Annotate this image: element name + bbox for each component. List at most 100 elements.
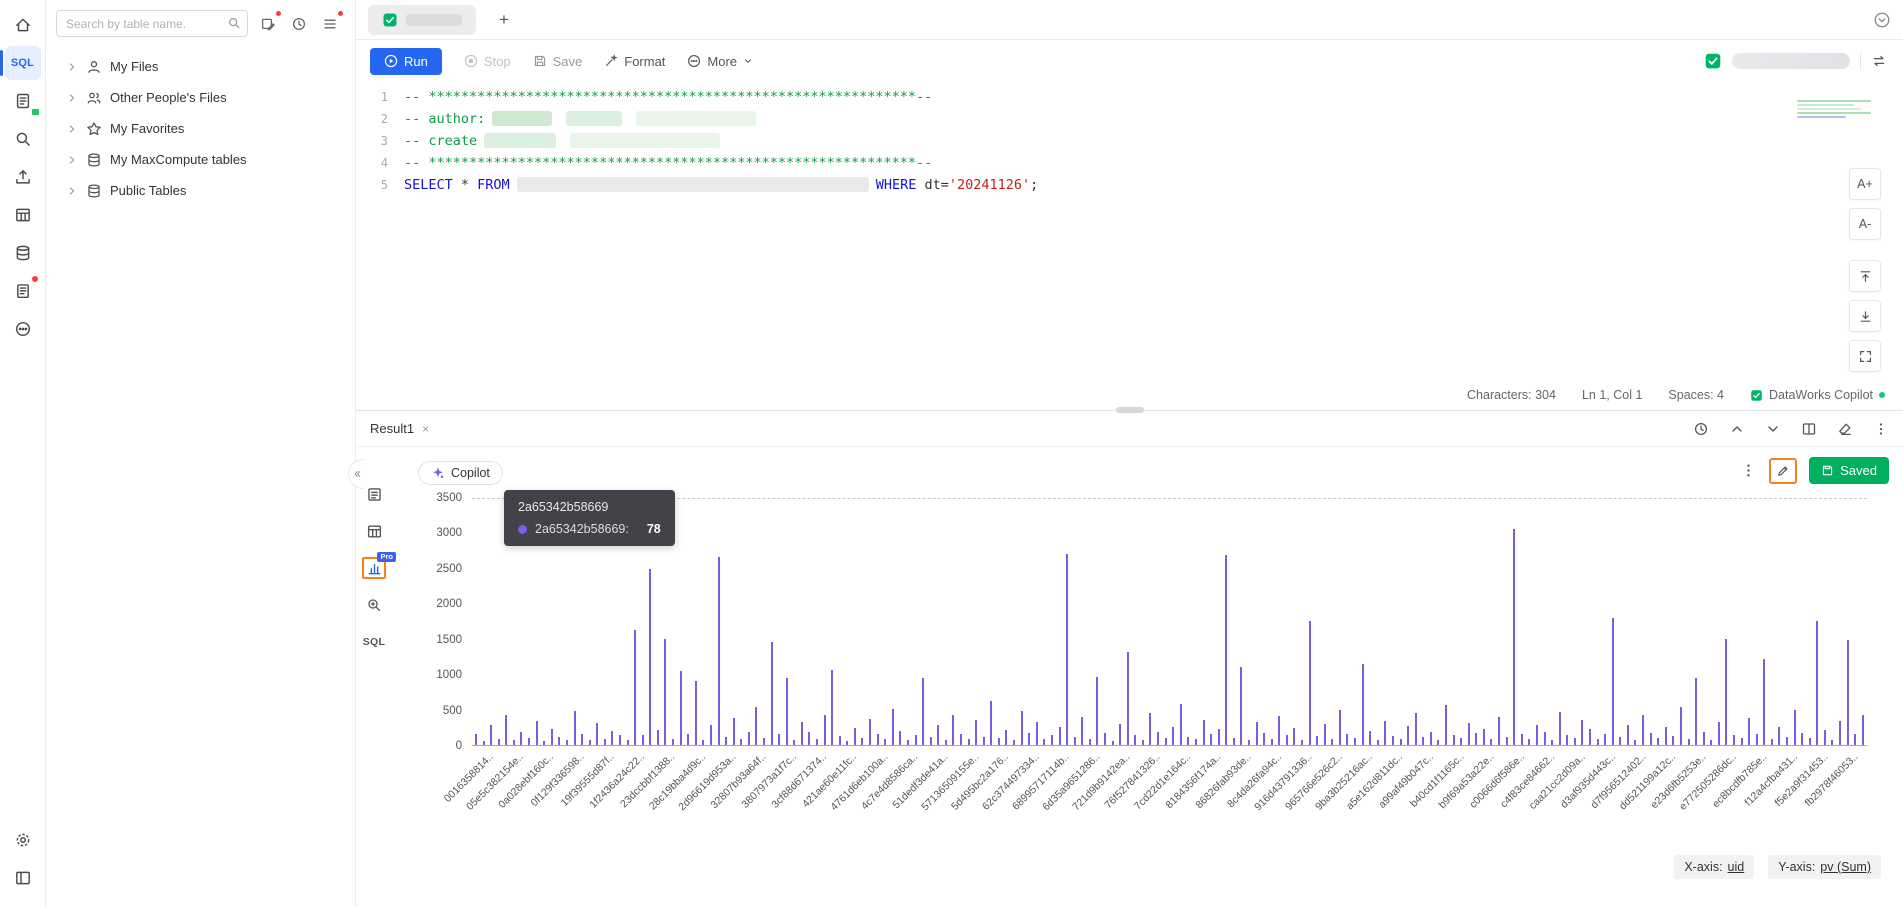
chart-bar[interactable]	[869, 719, 871, 745]
chart-bar[interactable]	[589, 740, 591, 745]
chart-bar[interactable]	[922, 678, 924, 745]
tab-overflow-button[interactable]	[1873, 11, 1891, 29]
chart-bar[interactable]	[907, 740, 909, 745]
chart-bar[interactable]	[968, 739, 970, 745]
chart-bar[interactable]	[551, 729, 553, 745]
settings-icon[interactable]	[5, 823, 41, 857]
chart-bar[interactable]	[1650, 733, 1652, 745]
chart-bar[interactable]	[1453, 735, 1455, 745]
status-cursor-position[interactable]: Ln 1, Col 1	[1582, 388, 1642, 402]
chart-bar[interactable]	[877, 734, 879, 745]
chart-bar[interactable]	[1506, 737, 1508, 746]
chart-bar[interactable]	[763, 738, 765, 745]
chart-bar[interactable]	[1809, 738, 1811, 745]
tasks-icon[interactable]	[5, 274, 41, 308]
chart-bar[interactable]	[1854, 734, 1856, 745]
chart-bar[interactable]	[1521, 734, 1523, 745]
more-button[interactable]: More	[687, 54, 753, 69]
home-icon[interactable]	[5, 8, 41, 42]
chart-bar[interactable]	[611, 731, 613, 745]
result-sql-view[interactable]: SQL	[362, 631, 386, 653]
sidebar-item-my-files[interactable]: My Files	[56, 51, 345, 82]
chart-bar[interactable]	[884, 739, 886, 745]
chart-bar[interactable]	[1165, 738, 1167, 745]
chart-bar[interactable]	[778, 734, 780, 745]
chart-bar[interactable]	[1422, 737, 1424, 745]
chart-bar[interactable]	[1096, 677, 1098, 745]
database-icon[interactable]	[5, 236, 41, 270]
chart-bar[interactable]	[1483, 729, 1485, 745]
chart-bar[interactable]	[1460, 738, 1462, 745]
chart-bar[interactable]	[983, 737, 985, 746]
chart-bar[interactable]	[1028, 733, 1030, 745]
chart-bar[interactable]	[1513, 529, 1515, 745]
chart-bar[interactable]	[543, 741, 545, 745]
chart-bar[interactable]	[710, 725, 712, 745]
chart-bar[interactable]	[1248, 740, 1250, 745]
chart-bar[interactable]	[1824, 730, 1826, 745]
chart-bar[interactable]	[1172, 727, 1174, 745]
chart-bar[interactable]	[1665, 727, 1667, 745]
collapse-up-button[interactable]	[1729, 421, 1745, 437]
chart-bar[interactable]	[1725, 639, 1727, 745]
chart-bar[interactable]	[1559, 712, 1561, 745]
chart-bar[interactable]	[718, 557, 720, 745]
code-line[interactable]: 3-- create	[356, 130, 1903, 152]
chart-bar[interactable]	[1043, 739, 1045, 745]
panel-layout-icon[interactable]	[5, 861, 41, 895]
chart-bar[interactable]	[498, 739, 500, 745]
chart-bar[interactable]	[1059, 727, 1061, 745]
chart-bar[interactable]	[1218, 729, 1220, 745]
panel-resize-handle[interactable]	[1116, 407, 1144, 413]
chart-bar[interactable]	[1203, 720, 1205, 746]
chart-bar[interactable]	[1392, 736, 1394, 745]
run-history-button[interactable]	[1693, 421, 1709, 437]
chart-bar[interactable]	[1642, 715, 1644, 746]
save-button[interactable]: Save	[533, 54, 583, 69]
minimap[interactable]	[1797, 100, 1879, 122]
chart-bar[interactable]	[839, 736, 841, 745]
chart-bar[interactable]	[1657, 738, 1659, 745]
font-decrease-button[interactable]: A-	[1849, 208, 1881, 240]
chart-bar[interactable]	[937, 725, 939, 746]
chart-bar[interactable]	[1005, 730, 1007, 745]
chart-bar[interactable]	[1278, 716, 1280, 745]
chart-bar[interactable]	[1142, 740, 1144, 745]
chart-bar[interactable]	[1551, 740, 1553, 745]
chart-bar[interactable]	[1377, 740, 1379, 745]
stop-button[interactable]: Stop	[464, 54, 511, 69]
history-button[interactable]	[288, 13, 310, 35]
chart-bar[interactable]	[816, 739, 818, 745]
chart-bar[interactable]	[1400, 739, 1402, 745]
chart-bar[interactable]	[899, 731, 901, 745]
chart-bar[interactable]	[1013, 740, 1015, 745]
chart-bar[interactable]	[1225, 555, 1227, 745]
chart-bar[interactable]	[1384, 721, 1386, 745]
chart-bar[interactable]	[1066, 554, 1068, 745]
editor-tab[interactable]	[368, 5, 476, 35]
chart-bar[interactable]	[945, 740, 947, 745]
chart-bar[interactable]	[680, 671, 682, 745]
chart-bar[interactable]	[520, 732, 522, 745]
chart-bar[interactable]	[960, 734, 962, 745]
chart-bar[interactable]	[1437, 740, 1439, 745]
chart-bar[interactable]	[733, 718, 735, 745]
chart-bar[interactable]	[1718, 722, 1720, 745]
chart-bar[interactable]	[1362, 664, 1364, 746]
chart-bar[interactable]	[1210, 734, 1212, 745]
chart-bar[interactable]	[1187, 737, 1189, 746]
chart-bar[interactable]	[1127, 652, 1129, 746]
chart-bar[interactable]	[1816, 621, 1818, 745]
chart-bar[interactable]	[998, 738, 1000, 745]
chart-bar[interactable]	[1339, 710, 1341, 745]
chart-bar[interactable]	[619, 735, 621, 745]
chart-bar[interactable]	[1256, 722, 1258, 745]
chart-bar[interactable]	[1581, 720, 1583, 745]
chart-bar[interactable]	[1498, 717, 1500, 745]
chart-bar[interactable]	[642, 735, 644, 745]
run-button[interactable]: Run	[370, 48, 442, 75]
chart-bar[interactable]	[1778, 727, 1780, 745]
chart-bar[interactable]	[1445, 705, 1447, 745]
chart-bar[interactable]	[475, 734, 477, 745]
chart-bar[interactable]	[755, 707, 757, 745]
